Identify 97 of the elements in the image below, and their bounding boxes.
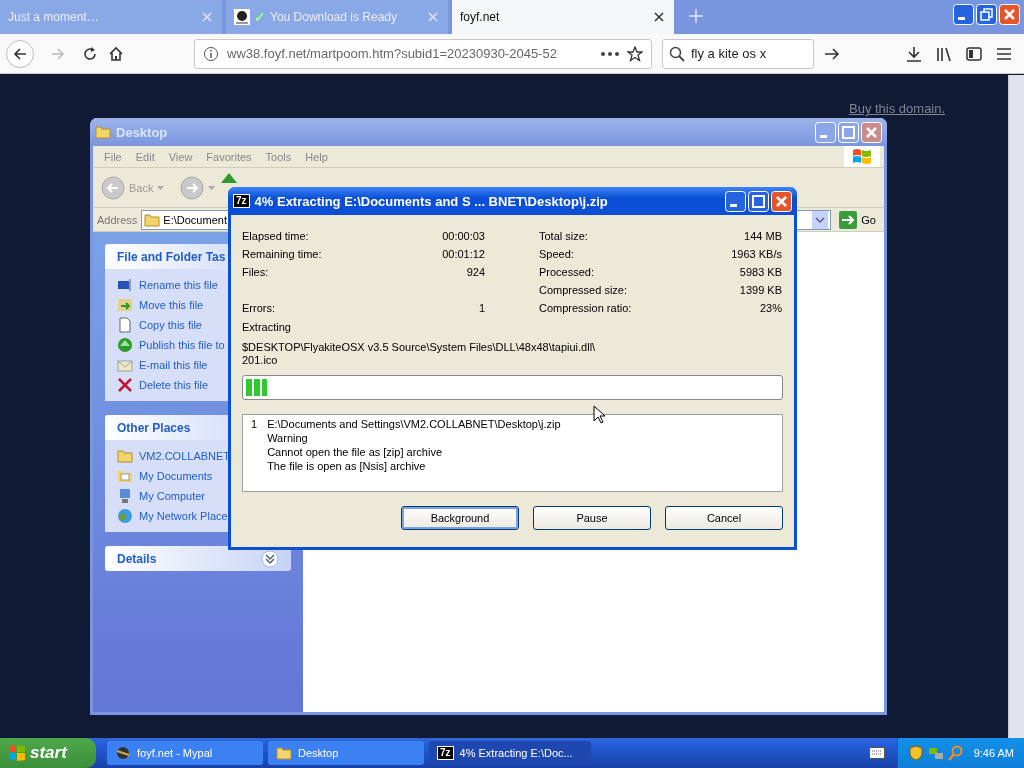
taskbar-button[interactable]: foyf.net - Mypal <box>107 741 263 765</box>
status-text: Extracting <box>242 321 292 335</box>
minimize-button[interactable] <box>953 4 974 25</box>
folder-icon <box>276 745 292 761</box>
windows-logo-icon <box>8 744 26 762</box>
copy-icon <box>117 317 133 333</box>
network-icon <box>117 508 133 524</box>
task-link[interactable]: Rename this file <box>117 277 279 293</box>
check-mark: ✓ <box>254 9 266 25</box>
scrollbar[interactable] <box>1008 75 1024 738</box>
menu-icon[interactable] <box>996 45 1012 62</box>
menu-item[interactable]: Help <box>298 150 335 163</box>
forward-arrow-icon <box>50 45 66 62</box>
back-button[interactable] <box>6 39 34 68</box>
folder-icon <box>95 124 111 140</box>
start-button[interactable]: start <box>0 738 96 768</box>
keyboard-icon[interactable] <box>868 747 885 759</box>
menu-item[interactable]: Favorites <box>199 150 259 163</box>
folder-icon <box>144 211 161 228</box>
address-label: Address <box>97 213 138 226</box>
file-path: $DESKTOP\FlyakiteOSX v3.5 Source\System Files\DLL\48x48\tapiui.dll\ 201.ico <box>242 341 597 367</box>
home-icon[interactable] <box>108 45 124 62</box>
message-number: 1 <box>251 417 258 432</box>
app-icon: 7z <box>437 746 454 760</box>
address-field[interactable]: ww38.foyf.net/martpoom.htm?subid1=20230930-2045-52 <box>194 38 652 69</box>
window-title: 4% Extracting E:\Documents and S ... BNET\Desktop\j.zip <box>254 193 609 209</box>
more-icon[interactable] <box>601 51 619 56</box>
windows-logo-icon <box>852 147 872 166</box>
stat-value: 00:00:03 <box>442 230 485 242</box>
close-button[interactable] <box>771 190 792 212</box>
minimize-button[interactable] <box>725 190 746 212</box>
search-icon <box>669 45 685 62</box>
up-arrow-icon[interactable] <box>221 172 238 183</box>
taskbar-button[interactable]: Desktop <box>268 741 424 765</box>
stat-value: 5983 KB <box>739 266 782 278</box>
buy-domain-link[interactable]: Buy this domain. <box>849 101 946 116</box>
close-button[interactable] <box>999 4 1020 25</box>
stat-label: Total size: <box>539 230 588 242</box>
window-title: Desktop <box>116 124 169 140</box>
restore-button[interactable] <box>976 4 997 25</box>
dialog-button[interactable]: Pause <box>533 506 651 530</box>
documents-folder-icon <box>117 468 133 484</box>
go-arrow-icon[interactable] <box>824 45 840 62</box>
stat-label: Errors: <box>242 302 275 314</box>
panel-header[interactable]: Details <box>105 546 291 571</box>
stat-label: Elapsed time: <box>242 230 309 242</box>
dropdown-button[interactable] <box>812 210 829 229</box>
clock: 9:46 AM <box>973 747 1014 759</box>
search-field[interactable]: fly a kite os x <box>662 38 814 69</box>
close-icon[interactable] <box>652 10 666 24</box>
maximize-button[interactable] <box>748 190 769 212</box>
back-button[interactable]: Back <box>99 175 167 200</box>
stat-label: Processed: <box>539 266 595 278</box>
stat-value: 144 MB <box>744 230 782 242</box>
stat-value: 00:01:12 <box>442 248 485 260</box>
caret-icon <box>208 185 216 190</box>
taskbar-button[interactable]: 7z 4% Extracting E:\Doc... <box>429 741 591 765</box>
dialog-button[interactable]: Cancel <box>665 506 783 530</box>
search-text: fly a kite os x <box>691 46 768 61</box>
sidebar-icon[interactable] <box>966 45 982 62</box>
folder-icon <box>117 448 133 464</box>
globe-icon <box>117 337 133 353</box>
download-icon[interactable] <box>906 45 922 62</box>
envelope-icon <box>117 357 133 373</box>
expand-chevron-icon <box>261 549 279 568</box>
menu-item[interactable]: View <box>161 150 200 163</box>
stat-value: 23% <box>759 302 782 314</box>
stat-value: 1963 KB/s <box>731 248 782 260</box>
caret-icon <box>157 185 165 190</box>
bookmark-star-icon[interactable] <box>627 45 643 62</box>
close-button[interactable] <box>861 121 882 143</box>
stat-label: Speed: <box>539 248 574 260</box>
menu-item[interactable]: Tools <box>258 150 299 163</box>
task-link[interactable]: Delete this file <box>117 377 279 393</box>
reload-icon[interactable] <box>82 45 98 62</box>
stat-label: Compression ratio: <box>539 302 632 314</box>
delete-icon <box>117 377 133 393</box>
stat-label: Files: <box>242 266 269 278</box>
dialog-button[interactable]: Background <box>401 506 519 530</box>
menu-item[interactable]: File <box>97 150 129 163</box>
url-text: ww38.foyf.net/martpoom.htm?subid1=20230930-2045-52 <box>227 46 558 61</box>
browser-tab[interactable]: foyf.net <box>452 0 674 34</box>
stat-value: 924 <box>466 266 485 278</box>
stat-label: Compressed size: <box>539 284 628 296</box>
back-arrow-icon <box>12 45 28 62</box>
go-button[interactable]: Go <box>835 210 880 229</box>
move-icon <box>117 297 133 313</box>
favicon <box>234 9 250 25</box>
task-link[interactable]: My Computer <box>117 488 279 504</box>
stat-value: 1399 KB <box>739 284 782 296</box>
computer-icon <box>117 488 133 504</box>
stat-value: 1 <box>478 302 485 314</box>
app-icon: 7z <box>233 194 250 208</box>
info-icon <box>203 45 219 62</box>
shield-icon[interactable] <box>907 745 924 761</box>
menu-item[interactable]: Edit <box>128 150 162 163</box>
library-icon[interactable] <box>936 45 952 62</box>
